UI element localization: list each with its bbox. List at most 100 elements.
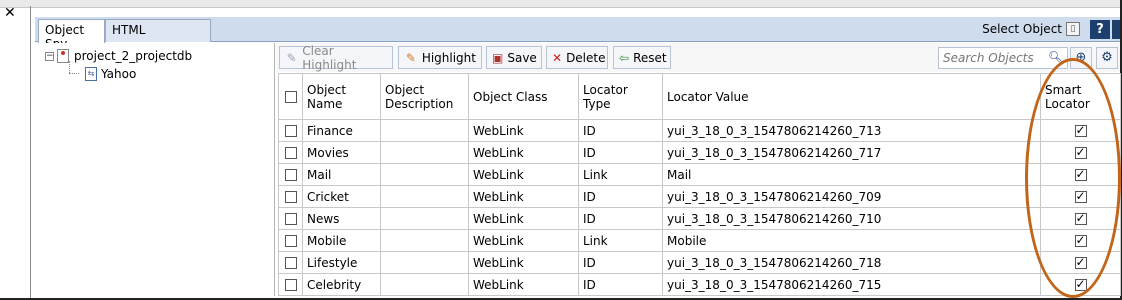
highlighter-icon: ✎ (405, 50, 416, 65)
column-header-object-class[interactable]: Object Class (468, 73, 579, 120)
cell-object-name[interactable]: Finance (302, 119, 381, 142)
column-header-locator-value[interactable]: Locator Value (662, 73, 1041, 120)
cell-object-name[interactable]: News (302, 207, 381, 230)
cell-object-description[interactable] (380, 229, 469, 252)
cell-object-class[interactable]: WebLink (468, 119, 579, 142)
row-select-checkbox[interactable] (284, 279, 297, 291)
smart-locator-checkbox[interactable] (1074, 277, 1087, 291)
close-icon[interactable]: ✕ (4, 6, 16, 20)
cell-object-description[interactable] (380, 141, 469, 164)
cell-locator-value[interactable]: yui_3_18_0_3_1547806214260_709 (662, 185, 1041, 208)
add-object-button[interactable]: ⊕ (1070, 47, 1092, 69)
cell-object-class[interactable]: WebLink (468, 163, 579, 186)
table-row[interactable]: Lifestyle WebLink ID yui_3_18_0_3_154780621… (278, 251, 1121, 274)
cell-object-class[interactable]: WebLink (468, 251, 579, 274)
table-header-row: Object Name Object Description Object Cl… (278, 73, 1121, 120)
cell-locator-type[interactable]: ID (578, 251, 663, 274)
settings-button[interactable]: ⚙ (1096, 47, 1118, 69)
cell-locator-type[interactable]: ID (578, 273, 663, 296)
tree-node-project-label: project_2_projectdb (74, 49, 193, 63)
reset-button[interactable]: ⇦ Reset (613, 46, 671, 69)
row-select-checkbox[interactable] (284, 235, 297, 247)
row-select-checkbox[interactable] (284, 125, 297, 137)
tab-object-spy[interactable]: Object Spy (38, 19, 105, 51)
cell-object-class[interactable]: WebLink (468, 273, 579, 296)
column-header-smart-locator[interactable]: Smart Locator (1040, 73, 1121, 120)
column-header-locator-type[interactable]: Locator Type (578, 73, 663, 120)
row-select-checkbox[interactable] (284, 191, 297, 203)
cell-locator-type[interactable]: Link (578, 163, 663, 186)
cell-smart-locator (1040, 251, 1121, 274)
eraser-icon: ✎ (286, 50, 297, 65)
cell-object-description[interactable] (380, 251, 469, 274)
cell-object-description[interactable] (380, 273, 469, 296)
cell-object-name[interactable]: Mobile (302, 229, 381, 252)
cell-locator-type[interactable]: ID (578, 185, 663, 208)
row-select-checkbox[interactable] (284, 257, 297, 269)
select-all-checkbox[interactable] (284, 91, 297, 103)
pointer-icon[interactable]: ▯ (1066, 22, 1080, 36)
cell-smart-locator (1040, 185, 1121, 208)
cell-object-name[interactable]: Cricket (302, 185, 381, 208)
cell-object-name[interactable]: Movies (302, 141, 381, 164)
tab-html[interactable]: HTML (105, 19, 211, 42)
cell-locator-value[interactable]: yui_3_18_0_3_1547806214260_713 (662, 119, 1041, 142)
table-row[interactable]: Finance WebLink ID yui_3_18_0_3_15478062142… (278, 119, 1121, 142)
cell-object-class[interactable]: WebLink (468, 229, 579, 252)
overflow-button[interactable] (1112, 20, 1120, 39)
table-row[interactable]: Mobile WebLink Link Mobile (278, 229, 1121, 252)
smart-locator-checkbox[interactable] (1074, 211, 1087, 225)
smart-locator-checkbox[interactable] (1074, 189, 1087, 203)
smart-locator-checkbox[interactable] (1074, 167, 1087, 181)
cell-object-name[interactable]: Lifestyle (302, 251, 381, 274)
smart-locator-checkbox[interactable] (1074, 123, 1087, 137)
search-icon[interactable]: 🔍︎ (1048, 50, 1063, 64)
collapse-icon[interactable]: − (45, 51, 54, 61)
cell-locator-type[interactable]: Link (578, 229, 663, 252)
table-row[interactable]: Mail WebLink Link Mail (278, 163, 1121, 186)
cell-locator-value[interactable]: Mobile (662, 229, 1041, 252)
highlight-button[interactable]: ✎ Highlight (398, 46, 482, 69)
cell-locator-value[interactable]: yui_3_18_0_3_1547806214260_718 (662, 251, 1041, 274)
cell-object-class[interactable]: WebLink (468, 207, 579, 230)
save-button[interactable]: ▣ Save (486, 46, 542, 69)
clear-highlight-button[interactable]: ✎ Clear Highlight (279, 44, 393, 72)
cell-locator-value[interactable]: Mail (662, 163, 1041, 186)
cell-locator-type[interactable]: ID (578, 141, 663, 164)
table-row[interactable]: Celebrity WebLink ID yui_3_18_0_3_154780621… (278, 273, 1121, 296)
cell-locator-type[interactable]: ID (578, 119, 663, 142)
table-row[interactable]: News WebLink ID yui_3_18_0_3_1547806214260_… (278, 207, 1121, 230)
cell-object-name[interactable]: Celebrity (302, 273, 381, 296)
cell-smart-locator (1040, 207, 1121, 230)
smart-locator-checkbox[interactable] (1074, 145, 1087, 159)
tree-node-page[interactable]: ⇆ Yahoo (85, 67, 136, 81)
select-object-control[interactable]: Select Object ▯ (982, 22, 1080, 36)
tree-node-project[interactable]: − project_2_projectdb (45, 49, 192, 63)
save-icon: ▣ (492, 50, 504, 65)
table-row[interactable]: Movies WebLink ID yui_3_18_0_3_154780621426… (278, 141, 1121, 164)
cell-object-name[interactable]: Mail (302, 163, 381, 186)
cell-object-description[interactable] (380, 185, 469, 208)
row-select-cell (278, 163, 303, 186)
cell-locator-value[interactable]: yui_3_18_0_3_1547806214260_710 (662, 207, 1041, 230)
smart-locator-checkbox[interactable] (1074, 233, 1087, 247)
cell-object-description[interactable] (380, 207, 469, 230)
reset-icon: ⇦ (619, 50, 630, 65)
cell-locator-value[interactable]: yui_3_18_0_3_1547806214260_717 (662, 141, 1041, 164)
cell-object-class[interactable]: WebLink (468, 141, 579, 164)
help-button[interactable]: ? (1090, 20, 1110, 39)
row-select-checkbox[interactable] (284, 169, 297, 181)
cell-object-description[interactable] (380, 163, 469, 186)
column-header-object-name[interactable]: Object Name (302, 73, 381, 120)
cell-object-description[interactable] (380, 119, 469, 142)
row-select-checkbox[interactable] (284, 147, 297, 159)
smart-locator-checkbox[interactable] (1074, 255, 1087, 269)
row-select-checkbox[interactable] (284, 213, 297, 225)
cell-locator-value[interactable]: yui_3_18_0_3_1547806214260_715 (662, 273, 1041, 296)
tree-node-page-label: Yahoo (101, 67, 137, 81)
column-header-object-description[interactable]: Object Description (380, 73, 469, 120)
cell-locator-type[interactable]: ID (578, 207, 663, 230)
delete-button[interactable]: ✕ Delete (546, 46, 608, 69)
cell-object-class[interactable]: WebLink (468, 185, 579, 208)
table-row[interactable]: Cricket WebLink ID yui_3_18_0_3_15478062142… (278, 185, 1121, 208)
